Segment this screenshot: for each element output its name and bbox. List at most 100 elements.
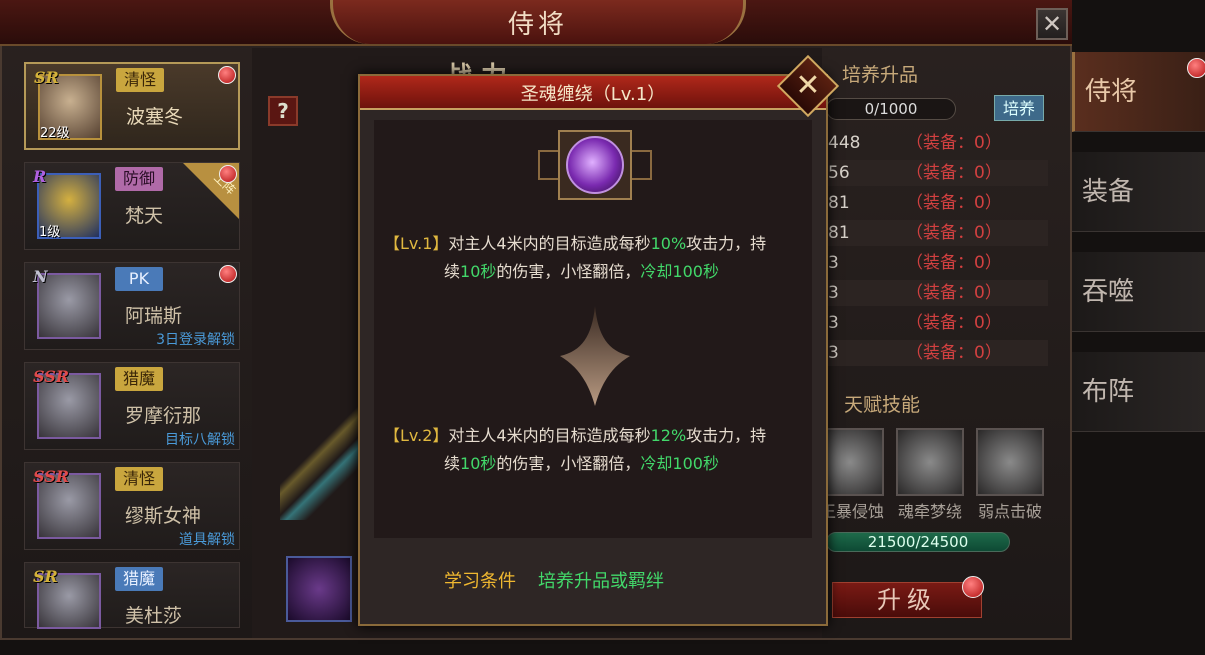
level-tag: 【Lv.1】 bbox=[384, 234, 449, 253]
hero-name: 缪斯女神 bbox=[125, 505, 202, 527]
talent-skill-icon[interactable] bbox=[976, 428, 1044, 496]
skill-icon bbox=[566, 136, 624, 194]
upgrade-button[interactable]: 升级 bbox=[832, 582, 982, 618]
tab-attendant[interactable]: 侍将 bbox=[1072, 52, 1205, 132]
talent-skill-name: 魂牵梦绕 bbox=[897, 502, 962, 521]
talent-skill-name: 弱点击破 bbox=[977, 502, 1042, 521]
rarity-badge: R bbox=[33, 167, 47, 186]
stat-equip: （装备：0） bbox=[906, 193, 1002, 213]
hero-name: 美杜莎 bbox=[125, 605, 183, 627]
hero-tag: 猎魔 bbox=[115, 567, 163, 591]
desc-text: 攻击力，持 bbox=[686, 234, 767, 253]
stat-equip: （装备：0） bbox=[906, 223, 1002, 243]
dialog-title: 圣魂缠绕（Lv.1） bbox=[520, 84, 666, 105]
rarity-badge: N bbox=[33, 267, 48, 286]
notification-dot bbox=[962, 576, 984, 598]
desc-percent: 12% bbox=[650, 426, 687, 445]
tab-devour[interactable]: 吞噬 bbox=[1072, 252, 1205, 332]
hero-card[interactable]: N PK 阿瑞斯 3日登录解锁 bbox=[24, 262, 240, 350]
stat-row: 3 （装备：0） bbox=[826, 250, 1048, 276]
stat-value: 3 bbox=[828, 313, 839, 333]
notification-dot bbox=[219, 265, 237, 283]
arrow-down-icon bbox=[560, 306, 630, 406]
desc-text: 的伤害，小怪翻倍， bbox=[496, 262, 641, 281]
talent-section-title: 天赋技能 bbox=[844, 394, 921, 416]
stat-value: 448 bbox=[828, 133, 861, 153]
hero-card[interactable]: SSR 猎魔 罗摩衍那 目标八解锁 bbox=[24, 362, 240, 450]
stat-value: 3 bbox=[828, 283, 839, 303]
stat-row: 81 （装备：0） bbox=[826, 190, 1048, 216]
stat-value: 3 bbox=[828, 253, 839, 273]
stat-equip: （装备：0） bbox=[906, 343, 1002, 363]
page-title: 侍将 bbox=[507, 10, 568, 40]
stat-row: 81 （装备：0） bbox=[826, 220, 1048, 246]
unlock-condition: 道具解锁 bbox=[179, 532, 235, 548]
hero-name: 波塞冬 bbox=[126, 106, 184, 128]
hero-list: SR 22级 清怪 波塞冬 R 1级 防御 梵天 上阵 N PK 阿瑞斯 3日登… bbox=[24, 60, 242, 630]
hero-level: 1级 bbox=[39, 225, 61, 240]
stat-row: 3 （装备：0） bbox=[826, 280, 1048, 306]
hero-tag: 猎魔 bbox=[115, 367, 163, 391]
stat-row: 56 （装备：0） bbox=[826, 160, 1048, 186]
stat-equip: （装备：0） bbox=[906, 163, 1002, 183]
hero-name: 阿瑞斯 bbox=[125, 305, 183, 327]
desc-duration: 10秒 bbox=[460, 454, 497, 473]
rarity-badge: SR bbox=[33, 567, 58, 586]
train-button[interactable]: 培养 bbox=[994, 95, 1044, 121]
weapon-art bbox=[280, 400, 370, 520]
hero-name: 梵天 bbox=[125, 205, 164, 227]
tab-label: 布阵 bbox=[1082, 377, 1135, 407]
tab-formation[interactable]: 布阵 bbox=[1072, 352, 1205, 432]
stat-row: 3 （装备：0） bbox=[826, 310, 1048, 336]
rarity-badge: SR bbox=[34, 68, 59, 87]
tab-label: 侍将 bbox=[1085, 77, 1138, 107]
stat-value: 81 bbox=[828, 193, 850, 213]
stat-value: 3 bbox=[828, 343, 839, 363]
rarity-badge: SSR bbox=[33, 367, 70, 386]
exp-progress-bar: 21500/24500 bbox=[826, 532, 1010, 552]
close-button[interactable]: ✕ bbox=[1036, 8, 1068, 40]
skill-desc-lv2: 【Lv.2】对主人4米内的目标造成每秒12%攻击力，持 续10秒的伤害，小怪翻倍… bbox=[384, 422, 804, 478]
hero-card[interactable]: SR 猎魔 美杜莎 bbox=[24, 562, 240, 629]
desc-duration: 10秒 bbox=[460, 262, 497, 281]
hero-tag: PK bbox=[115, 267, 163, 291]
stat-value: 56 bbox=[828, 163, 850, 183]
talent-skill-icon[interactable] bbox=[896, 428, 964, 496]
hero-name: 罗摩衍那 bbox=[125, 405, 202, 427]
desc-text: 攻击力，持 bbox=[686, 426, 767, 445]
stat-row: 448 （装备：0） bbox=[826, 130, 1048, 156]
notification-dot bbox=[219, 165, 237, 183]
level-tag: 【Lv.2】 bbox=[384, 426, 449, 445]
close-icon[interactable]: ✕ bbox=[786, 64, 830, 108]
desc-percent: 10% bbox=[650, 234, 687, 253]
unlock-condition: 3日登录解锁 bbox=[156, 332, 235, 348]
desc-text: 续 bbox=[444, 262, 461, 281]
skill-slot-icon[interactable] bbox=[286, 556, 352, 622]
rarity-badge: SSR bbox=[33, 467, 70, 486]
desc-text: 对主人4米内的目标造成每秒 bbox=[448, 426, 651, 445]
desc-text: 对主人4米内的目标造成每秒 bbox=[448, 234, 651, 253]
tab-label: 装备 bbox=[1082, 177, 1135, 207]
stat-row: 3 （装备：0） bbox=[826, 340, 1048, 366]
desc-cooldown: 冷却100秒 bbox=[640, 454, 719, 473]
stat-equip: （装备：0） bbox=[906, 283, 1002, 303]
desc-text: 的伤害，小怪翻倍， bbox=[496, 454, 641, 473]
skill-frame-ornament bbox=[538, 150, 560, 180]
stat-equip: （装备：0） bbox=[906, 313, 1002, 333]
hero-card[interactable]: R 1级 防御 梵天 上阵 bbox=[24, 162, 240, 250]
train-section-title: 培养升品 bbox=[842, 64, 919, 86]
hero-card[interactable]: SSR 清怪 缪斯女神 道具解锁 bbox=[24, 462, 240, 550]
hero-card[interactable]: SR 22级 清怪 波塞冬 bbox=[24, 62, 240, 150]
stat-equip: （装备：0） bbox=[906, 133, 1002, 153]
hero-level: 22级 bbox=[40, 126, 70, 141]
unlock-condition: 目标八解锁 bbox=[165, 432, 235, 448]
desc-cooldown: 冷却100秒 bbox=[640, 262, 719, 281]
skill-desc-lv1: 【Lv.1】对主人4米内的目标造成每秒10%攻击力，持 续10秒的伤害，小怪翻倍… bbox=[384, 230, 804, 286]
notification-dot bbox=[218, 66, 236, 84]
side-tabs: 侍将 装备 吞噬 布阵 bbox=[1072, 48, 1205, 648]
tab-equipment[interactable]: 装备 bbox=[1072, 152, 1205, 232]
desc-text: 续 bbox=[444, 454, 461, 473]
stat-value: 81 bbox=[828, 223, 850, 243]
stat-equip: （装备：0） bbox=[906, 253, 1002, 273]
help-icon[interactable]: ? bbox=[268, 96, 298, 126]
